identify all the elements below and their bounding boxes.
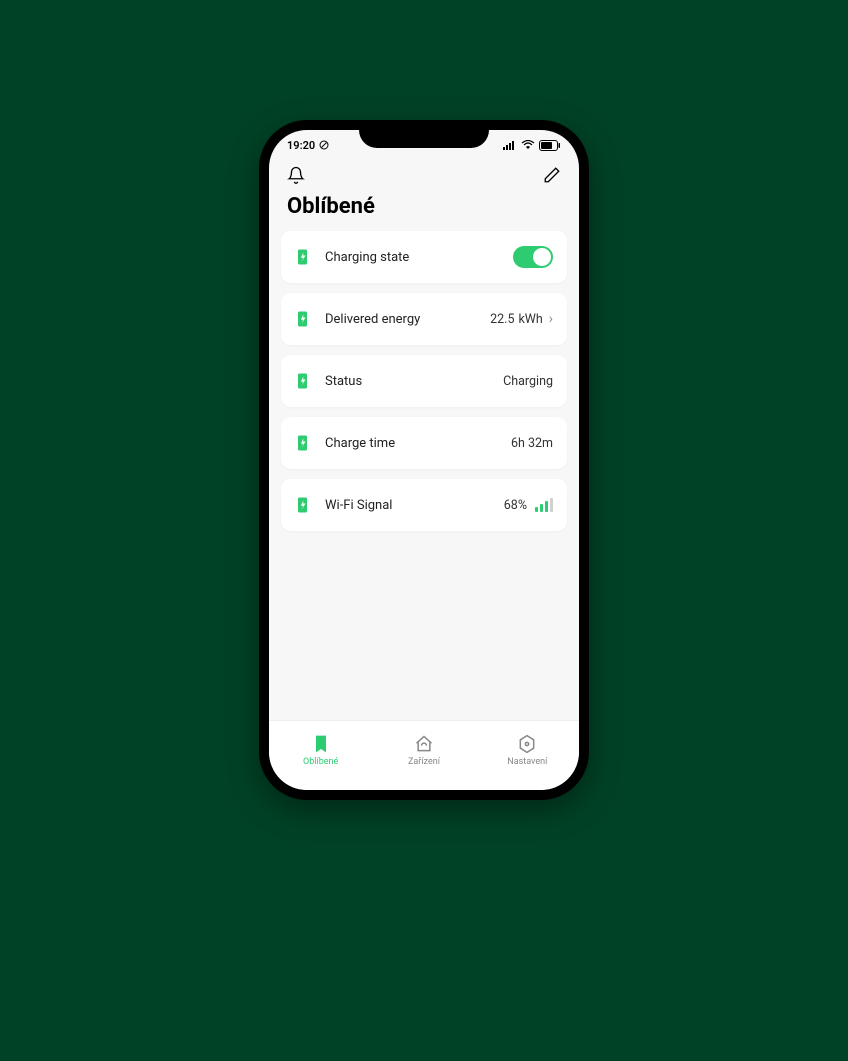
bottom-nav: Oblíbené Zařízení Nastavení (269, 720, 579, 790)
card-value: 68% (504, 498, 553, 513)
bookmark-icon (311, 734, 331, 754)
charger-icon (295, 496, 313, 514)
pencil-icon (543, 166, 561, 184)
card-delivered-energy[interactable]: Delivered energy 22.5 kWh › (281, 293, 567, 345)
dnd-icon (319, 140, 329, 150)
nav-label: Zařízení (408, 757, 440, 767)
nav-label: Nastavení (507, 757, 547, 767)
status-time: 19:20 (287, 139, 315, 152)
card-status[interactable]: Status Charging (281, 355, 567, 407)
card-wifi-signal[interactable]: Wi-Fi Signal 68% (281, 479, 567, 531)
card-value: Charging (503, 374, 553, 389)
charger-icon (295, 248, 313, 266)
chevron-right-icon: › (549, 311, 553, 327)
signal-bars-icon (535, 498, 553, 512)
card-charging-state[interactable]: Charging state (281, 231, 567, 283)
edit-button[interactable] (543, 166, 561, 184)
status-right (503, 140, 561, 151)
phone-frame: 19:20 Oblíbené Charging state (259, 120, 589, 800)
status-left: 19:20 (287, 139, 329, 152)
card-charge-time[interactable]: Charge time 6h 32m (281, 417, 567, 469)
card-value: 22.5 kWh › (490, 311, 553, 327)
page-title: Oblíbené (269, 188, 579, 231)
charger-icon (295, 372, 313, 390)
energy-unit: kWh (518, 312, 542, 327)
bell-icon (287, 166, 305, 184)
card-label: Status (325, 374, 503, 389)
notch (359, 120, 489, 148)
nav-label: Oblíbené (303, 757, 338, 767)
card-value: 6h 32m (511, 436, 553, 451)
charger-icon (295, 310, 313, 328)
cellular-icon (503, 140, 517, 150)
energy-value: 22.5 (490, 312, 514, 327)
favorites-list: Charging state Delivered energy 22.5 kWh… (269, 231, 579, 531)
card-label: Wi-Fi Signal (325, 498, 504, 513)
card-label: Charging state (325, 250, 513, 265)
screen: 19:20 Oblíbené Charging state (269, 130, 579, 790)
header-bar (269, 160, 579, 188)
charging-state-toggle[interactable] (513, 246, 553, 268)
card-label: Delivered energy (325, 312, 490, 327)
battery-icon (539, 140, 561, 151)
wifi-icon (521, 140, 535, 150)
wifi-value: 68% (504, 498, 527, 513)
nav-favorites[interactable]: Oblíbené (286, 734, 356, 767)
settings-icon (517, 734, 537, 754)
notifications-button[interactable] (287, 166, 305, 184)
card-label: Charge time (325, 436, 511, 451)
charger-icon (295, 434, 313, 452)
spacer (269, 531, 579, 720)
nav-devices[interactable]: Zařízení (389, 734, 459, 767)
toggle-knob (533, 248, 551, 266)
nav-settings[interactable]: Nastavení (492, 734, 562, 767)
home-icon (414, 734, 434, 754)
